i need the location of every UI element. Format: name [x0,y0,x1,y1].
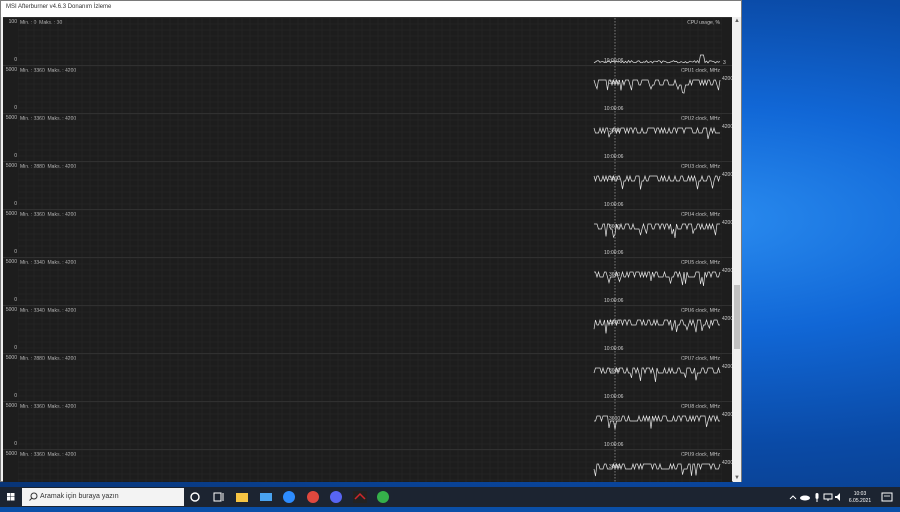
graph-panel[interactable]: 5000 0 Min. : 3360 Maks. : 4200 CPU2 clock,… [3,113,732,162]
graph-panel[interactable]: 5000 0 Min. : 3340 Maks. : 4200 CPU6 clock,… [3,305,732,354]
marker-value-label: 3600 [609,464,621,470]
msi-afterburner-icon[interactable] [352,489,368,505]
timestamp-label: 10:00:06 [604,394,624,400]
timestamp-label: 10:00:06 [604,298,624,304]
marker-value-label: 3600 [609,224,621,230]
graph-panel[interactable]: 5000 0 Min. : 3360 Maks. : 4200 CPU8 clock,… [3,401,732,450]
taskbar-search-box[interactable]: Aramak için buraya yazın [22,488,184,506]
cortana-icon[interactable] [187,489,203,505]
scroll-up-arrow-icon[interactable]: ▲ [733,17,741,25]
timestamp-label: 10:00:06 [604,250,624,256]
vertical-scrollbar[interactable]: ▲ ▼ [733,17,741,482]
xbox-app-icon[interactable] [375,489,391,505]
timestamp-label: 10:00:06 [604,442,624,448]
scroll-down-arrow-icon[interactable]: ▼ [733,474,741,482]
timestamp-label: 10:00:06 [604,202,624,208]
graph-panel[interactable]: 5000 0 Min. : 2880 Maks. : 4200 CPU7 clock,… [3,353,732,402]
timestamp-label: 10:00:06 [604,154,624,160]
clock-date[interactable]: 6.05.2021 [844,498,876,504]
y-axis-max-label: 5000 [5,307,17,313]
marker-value-label: 3600 [609,320,621,326]
window-titlebar[interactable]: MSI Afterburner v4.6.3 Donanım İzleme [1,1,741,17]
graph-panel[interactable]: 5000 0 Min. : 2880 Maks. : 4200 CPU3 clock,… [3,161,732,210]
y-axis-max-label: 5000 [5,355,17,361]
graph-panel[interactable]: 5000 0 Min. : 3340 Maks. : 4200 CPU5 clock,… [3,257,732,306]
graph-panel[interactable]: 5000 0 Min. : 3360 Maks. : 4200 CPU4 clock,… [3,209,732,258]
current-value-label: 4200 [722,268,732,274]
y-axis-min-label: 0 [14,441,17,447]
hardware-monitor-graph-area[interactable]: 100 0 Min. : 0 Maks. : 30 CPU usage, % 3 10:0… [3,17,732,482]
y-axis-min-label: 0 [14,297,17,303]
mail-icon[interactable] [258,489,274,505]
current-value-label: 4200 [722,316,732,322]
y-axis-min-label: 0 [14,201,17,207]
y-axis-max-label: 5000 [5,451,17,457]
marker-value-label: 3600 [609,176,621,182]
start-button[interactable] [0,487,22,507]
current-value-label: 4200 [722,412,732,418]
y-axis-max-label: 100 [8,19,17,25]
y-axis-max-label: 5000 [5,211,17,217]
current-value-label: 4200 [722,220,732,226]
y-axis-min-label: 0 [14,393,17,399]
graph-panel[interactable]: 100 0 Min. : 0 Maks. : 30 CPU usage, % 3 10:0… [3,17,732,66]
zoom-icon[interactable] [281,489,297,505]
task-view-icon[interactable] [211,489,227,505]
y-axis-max-label: 5000 [5,403,17,409]
y-axis-max-label: 5000 [5,259,17,265]
y-axis-max-label: 5000 [5,115,17,121]
current-value-label: 4200 [722,124,732,130]
y-axis-max-label: 5000 [5,163,17,169]
y-axis-min-label: 0 [14,57,17,63]
notification-center-icon[interactable] [880,490,894,504]
marker-value-label: 3600 [609,272,621,278]
chevron-up-icon[interactable] [787,491,799,503]
discord-icon[interactable] [328,489,344,505]
chrome-icon[interactable] [305,489,321,505]
y-axis-min-label: 0 [14,345,17,351]
graph-panel[interactable]: 50000Min. : 3360 Maks. : 4200CPU9 clock,… [3,449,732,482]
afterburner-monitor-window: MSI Afterburner v4.6.3 Donanım İzleme 10… [0,0,742,482]
y-axis-min-label: 0 [14,153,17,159]
window-title: MSI Afterburner v4.6.3 Donanım İzleme [6,4,112,10]
marker-value-label: 3600 [609,368,621,374]
scrollbar-thumb[interactable] [734,285,740,349]
current-value-label: 4200 [722,76,732,82]
taskbar: Aramak için buraya yazın 10:03 6.05.2021 [0,487,900,507]
current-value-label: 4200 [722,460,732,466]
y-axis-min-label: 0 [14,105,17,111]
clock-time[interactable]: 10:03 [846,491,874,497]
marker-value-label: 3600 [609,80,621,86]
current-value-label: 4200 [722,364,732,370]
y-axis-min-label: 0 [14,249,17,255]
current-value-label: 4200 [722,172,732,178]
search-placeholder: Aramak için buraya yazın [40,493,119,500]
y-axis-max-label: 5000 [5,67,17,73]
file-explorer-icon[interactable] [234,489,250,505]
timestamp-label: 10:00:06 [604,346,624,352]
onedrive-icon[interactable] [799,491,811,503]
marker-value-label: 3600 [609,416,621,422]
timestamp-label: 10:00:06 [604,106,624,112]
graph-panel[interactable]: 5000 0 Min. : 3360 Maks. : 4200 CPU1 clock,… [3,65,732,114]
marker-value-label: 3600 [609,128,621,134]
windows-logo-icon [7,493,15,501]
search-icon [29,492,38,501]
timestamp-label: 10:00:06 [604,58,624,64]
